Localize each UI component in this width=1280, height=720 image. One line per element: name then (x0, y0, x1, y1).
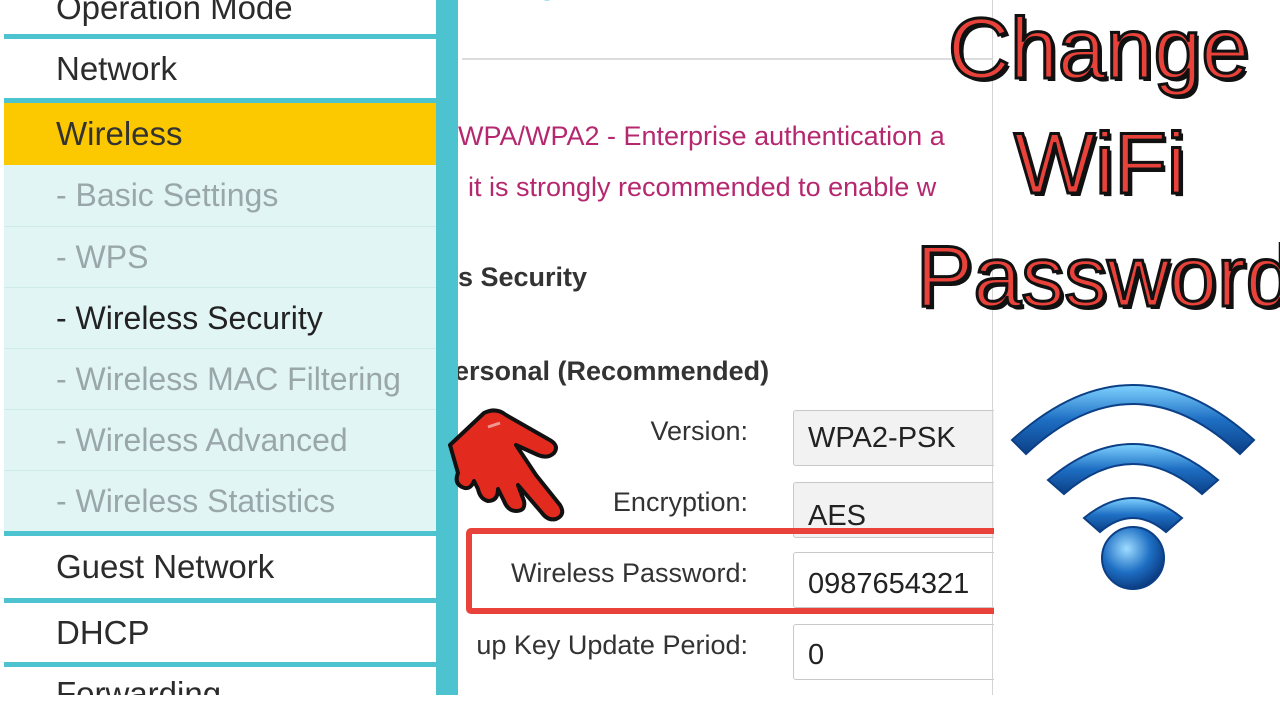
security-notice-line2: it is strongly recommended to enable w (468, 172, 937, 202)
sidebar-item-mac-filtering[interactable]: - Wireless MAC Filtering (4, 349, 436, 409)
sidebar-item-label: - Wireless Security (56, 299, 323, 336)
sidebar-item-wireless[interactable]: Wireless (4, 103, 436, 165)
section-title: s Security (458, 262, 588, 292)
sidebar-item-label: DHCP (56, 613, 150, 651)
pointing-hand-icon (448, 408, 565, 522)
sidebar-item-operation-mode[interactable]: Operation Mode (4, 0, 436, 34)
overlay-title-line1: Change (946, 0, 1250, 99)
group-key-label: up Key Update Period: (476, 630, 748, 660)
group-key-value: 0 (808, 638, 825, 671)
password-highlight-box (466, 528, 1002, 614)
wifi-icon (1010, 384, 1256, 590)
sidebar-item-network[interactable]: Network (4, 39, 436, 98)
sidebar-item-label: Network (56, 49, 178, 87)
page-title-fragment (544, 0, 550, 1)
sidebar-item-wireless-statistics[interactable]: - Wireless Statistics (4, 471, 436, 531)
sidebar-menu: Operation Mode Network Wireless - Basic … (0, 0, 436, 695)
bottom-strip (0, 695, 1280, 720)
sidebar-item-label: - Wireless Statistics (56, 482, 336, 519)
sidebar-item-dhcp[interactable]: DHCP (4, 603, 436, 662)
sidebar-item-label: Forwarding (56, 675, 222, 695)
overlay-title-line3: Password (915, 228, 1280, 327)
sidebar-item-label: - Wireless MAC Filtering (56, 360, 401, 397)
version-value: WPA2-PSK (808, 421, 956, 454)
sidebar-item-wps[interactable]: - WPS (4, 227, 436, 287)
header-divider (462, 58, 992, 60)
sidebar-item-forwarding[interactable]: Forwarding (4, 667, 436, 695)
version-select[interactable]: WPA2-PSK (793, 410, 994, 466)
sidebar-item-label: - WPS (56, 238, 149, 275)
sidebar-item-guest-network[interactable]: Guest Network (4, 536, 436, 598)
sidebar-item-label: Wireless (56, 115, 183, 152)
sidebar-item-label: Operation Mode (56, 0, 293, 26)
encryption-label: Encryption: (612, 487, 748, 517)
overlay-title-line2: WiFi (1013, 115, 1188, 214)
sidebar-item-wireless-security[interactable]: - Wireless Security (4, 288, 436, 348)
sidebar-item-label: - Basic Settings (56, 177, 279, 213)
sidebar-item-label: Guest Network (56, 548, 275, 585)
security-notice-line1: WPA/WPA2 - Enterprise authentication a (458, 121, 945, 151)
subsection-title: ersonal (Recommended) (458, 356, 770, 386)
sidebar-accent-bar (436, 0, 458, 695)
thumbnail-overlay: Change WiFi Password (915, 0, 1280, 720)
sidebar-item-basic-settings[interactable]: - Basic Settings (4, 165, 436, 226)
sidebar-item-label: - Wireless Advanced (56, 421, 348, 458)
version-label: Version: (650, 416, 748, 446)
group-key-input[interactable]: 0 (793, 624, 994, 680)
sidebar-item-wireless-advanced[interactable]: - Wireless Advanced (4, 410, 436, 470)
